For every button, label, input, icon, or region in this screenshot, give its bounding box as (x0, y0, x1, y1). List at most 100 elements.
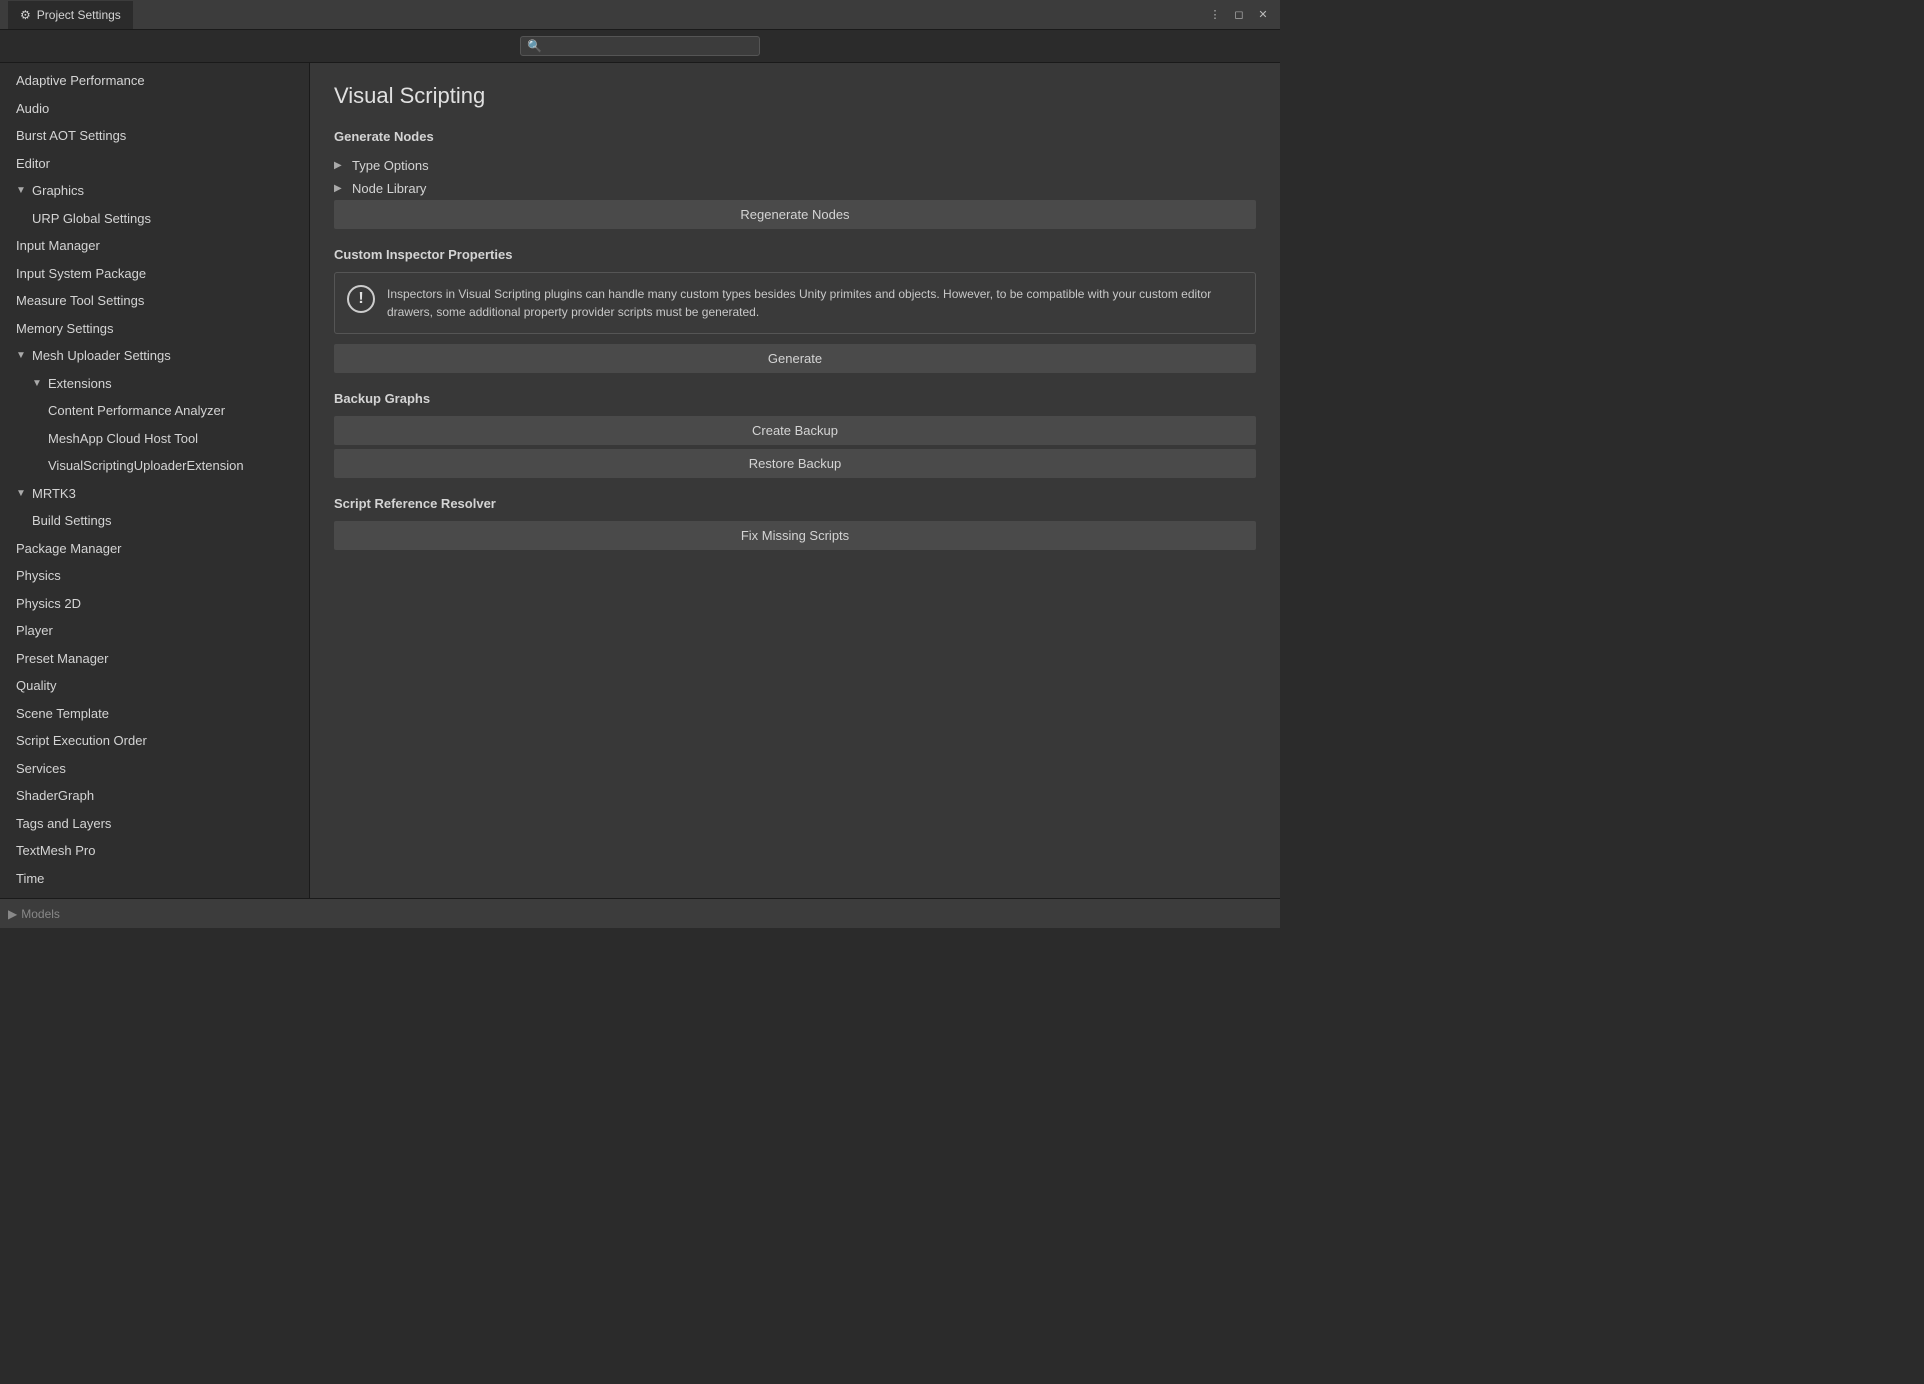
restore-backup-button[interactable]: Restore Backup (334, 449, 1256, 478)
sidebar-label: ShaderGraph (16, 786, 94, 806)
sidebar-label: Input System Package (16, 264, 146, 284)
title-bar-controls: ⋮ ◻ ✕ (1206, 6, 1272, 24)
mrtk3-arrow (16, 486, 28, 501)
type-options-label: Type Options (352, 158, 429, 173)
title-bar: ⚙ Project Settings ⋮ ◻ ✕ (0, 0, 1280, 30)
generate-nodes-section: Generate Nodes Type Options Node Library… (334, 129, 1256, 233)
sidebar-item-quality[interactable]: Quality (0, 672, 309, 700)
fix-missing-scripts-button[interactable]: Fix Missing Scripts (334, 521, 1256, 550)
sidebar-item-build-settings[interactable]: Build Settings (0, 507, 309, 535)
sidebar-item-burst-aot[interactable]: Burst AOT Settings (0, 122, 309, 150)
sidebar-label: Extensions (48, 374, 112, 394)
sidebar-item-package-manager[interactable]: Package Manager (0, 535, 309, 563)
sidebar-item-physics[interactable]: Physics (0, 562, 309, 590)
gear-icon: ⚙ (20, 8, 31, 22)
sidebar-label: Quality (16, 676, 56, 696)
sidebar-label: Measure Tool Settings (16, 291, 144, 311)
script-reference-resolver-header: Script Reference Resolver (334, 496, 1256, 511)
sidebar-item-services[interactable]: Services (0, 755, 309, 783)
custom-inspector-header: Custom Inspector Properties (334, 247, 1256, 262)
sidebar-item-mesh-uploader[interactable]: Mesh Uploader Settings (0, 342, 309, 370)
generate-nodes-header: Generate Nodes (334, 129, 1256, 144)
sidebar-item-extensions[interactable]: Extensions (0, 370, 309, 398)
bottom-bar-text: ▶ Models (8, 907, 60, 921)
sidebar-label: Burst AOT Settings (16, 126, 126, 146)
warning-icon: ! (347, 285, 375, 313)
sidebar-label: Mesh Uploader Settings (32, 346, 171, 366)
create-backup-button[interactable]: Create Backup (334, 416, 1256, 445)
search-input[interactable] (546, 39, 753, 53)
sidebar-label: Player (16, 621, 53, 641)
sidebar-label: Graphics (32, 181, 84, 201)
sidebar-item-measure-tool[interactable]: Measure Tool Settings (0, 287, 309, 315)
script-reference-resolver-section: Script Reference Resolver Fix Missing Sc… (334, 496, 1256, 554)
sidebar-label: Preset Manager (16, 649, 109, 669)
sidebar-label: TextMesh Pro (16, 841, 95, 861)
sidebar-item-graphics[interactable]: Graphics (0, 177, 309, 205)
sidebar-item-content-performance[interactable]: Content Performance Analyzer (0, 397, 309, 425)
sidebar-item-urp-global[interactable]: URP Global Settings (0, 205, 309, 233)
sidebar-label: URP Global Settings (32, 209, 151, 229)
sidebar: Adaptive Performance Audio Burst AOT Set… (0, 63, 310, 898)
node-library-arrow (334, 183, 346, 194)
sidebar-label: Physics 2D (16, 594, 81, 614)
sidebar-label: Script Execution Order (16, 731, 147, 751)
sidebar-label: Input Manager (16, 236, 100, 256)
sidebar-label: Scene Template (16, 704, 109, 724)
content-area: Visual Scripting Generate Nodes Type Opt… (310, 63, 1280, 898)
sidebar-item-preset-manager[interactable]: Preset Manager (0, 645, 309, 673)
sidebar-item-script-execution-order[interactable]: Script Execution Order (0, 727, 309, 755)
sidebar-label: VisualScriptingUploaderExtension (48, 456, 244, 476)
info-box: ! Inspectors in Visual Scripting plugins… (334, 272, 1256, 334)
sidebar-label: Audio (16, 99, 49, 119)
page-title: Visual Scripting (334, 83, 1256, 109)
sidebar-item-time[interactable]: Time (0, 865, 309, 893)
sidebar-label: Build Settings (32, 511, 112, 531)
close-button[interactable]: ✕ (1254, 6, 1272, 24)
search-icon: 🔍 (527, 39, 542, 53)
maximize-button[interactable]: ◻ (1230, 6, 1248, 24)
sidebar-item-tags-and-layers[interactable]: Tags and Layers (0, 810, 309, 838)
extensions-arrow (32, 376, 44, 391)
sidebar-item-editor[interactable]: Editor (0, 150, 309, 178)
bottom-bar-label: Models (21, 907, 60, 921)
sidebar-label: Content Performance Analyzer (48, 401, 225, 421)
sidebar-item-input-manager[interactable]: Input Manager (0, 232, 309, 260)
regenerate-nodes-button[interactable]: Regenerate Nodes (334, 200, 1256, 229)
sidebar-item-meshapp-cloud[interactable]: MeshApp Cloud Host Tool (0, 425, 309, 453)
sidebar-item-shadergraph[interactable]: ShaderGraph (0, 782, 309, 810)
sidebar-item-audio[interactable]: Audio (0, 95, 309, 123)
sidebar-label: Package Manager (16, 539, 122, 559)
info-text: Inspectors in Visual Scripting plugins c… (387, 285, 1243, 321)
main-layout: Adaptive Performance Audio Burst AOT Set… (0, 63, 1280, 898)
backup-graphs-section: Backup Graphs Create Backup Restore Back… (334, 391, 1256, 482)
sidebar-label: MRTK3 (32, 484, 76, 504)
sidebar-item-visual-scripting-uploader[interactable]: VisualScriptingUploaderExtension (0, 452, 309, 480)
mesh-uploader-arrow (16, 348, 28, 363)
sidebar-label: Time (16, 869, 44, 889)
sidebar-item-scene-template[interactable]: Scene Template (0, 700, 309, 728)
generate-button[interactable]: Generate (334, 344, 1256, 373)
sidebar-label: Editor (16, 154, 50, 174)
custom-inspector-section: Custom Inspector Properties ! Inspectors… (334, 247, 1256, 377)
title-bar-tab[interactable]: ⚙ Project Settings (8, 1, 133, 29)
type-options-arrow (334, 160, 346, 171)
menu-button[interactable]: ⋮ (1206, 6, 1224, 24)
graphics-arrow (16, 183, 28, 198)
sidebar-label: Services (16, 759, 66, 779)
sidebar-item-mrtk3[interactable]: MRTK3 (0, 480, 309, 508)
sidebar-item-physics-2d[interactable]: Physics 2D (0, 590, 309, 618)
node-library-label: Node Library (352, 181, 426, 196)
sidebar-item-adaptive-performance[interactable]: Adaptive Performance (0, 67, 309, 95)
node-library-row[interactable]: Node Library (334, 177, 1256, 200)
type-options-row[interactable]: Type Options (334, 154, 1256, 177)
window-title: Project Settings (37, 8, 121, 22)
backup-graphs-header: Backup Graphs (334, 391, 1256, 406)
sidebar-item-input-system-package[interactable]: Input System Package (0, 260, 309, 288)
sidebar-item-player[interactable]: Player (0, 617, 309, 645)
sidebar-label: MeshApp Cloud Host Tool (48, 429, 198, 449)
sidebar-item-memory-settings[interactable]: Memory Settings (0, 315, 309, 343)
search-bar: 🔍 (0, 30, 1280, 63)
sidebar-item-textmesh-pro[interactable]: TextMesh Pro (0, 837, 309, 865)
search-input-wrap: 🔍 (520, 36, 760, 56)
